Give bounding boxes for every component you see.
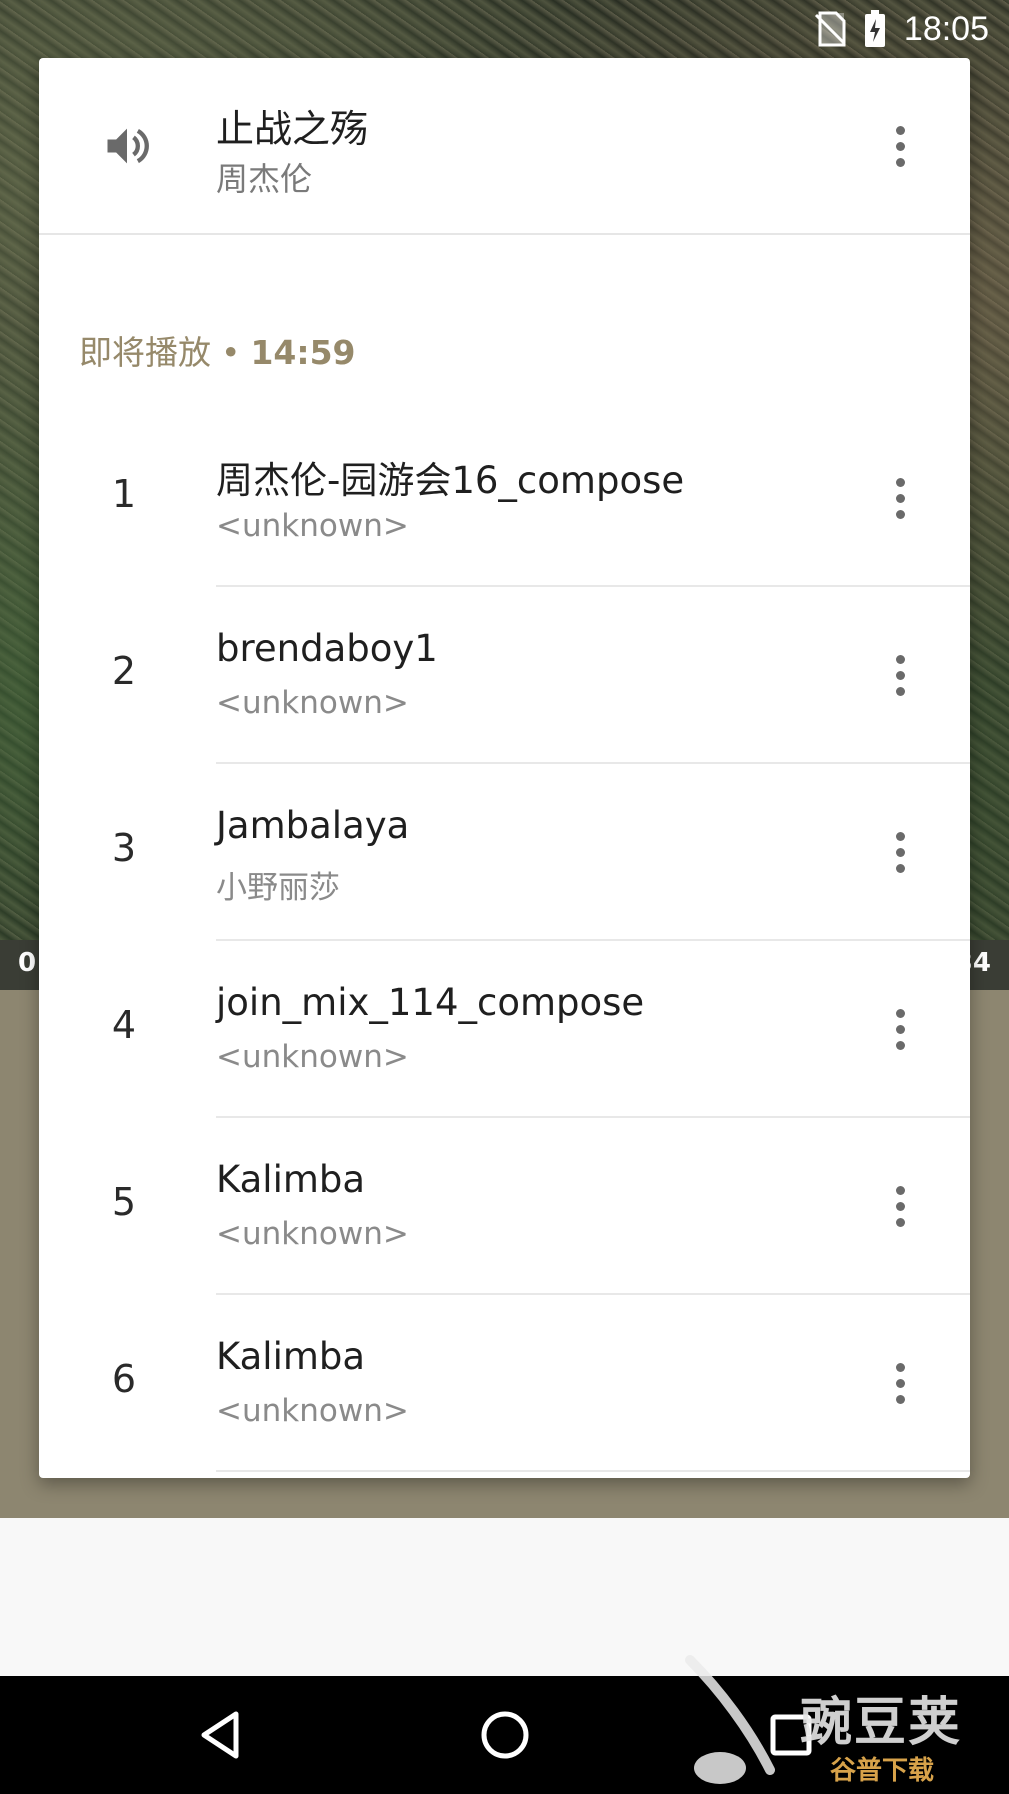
volume-icon: [101, 120, 153, 176]
up-next-separator: •: [221, 333, 241, 372]
status-bar: 18:05: [0, 0, 1009, 58]
queue-item-number: 6: [111, 1357, 137, 1401]
navigation-bar: [0, 1676, 1009, 1794]
battery-charging-icon: [864, 10, 886, 48]
queue-item[interactable]: 1 周杰伦-园游会16_compose <unknown>: [39, 410, 970, 587]
more-vert-icon[interactable]: [880, 999, 920, 1059]
queue-item-artist: 小野丽莎: [216, 870, 340, 906]
queue-item-title: Kalimba: [216, 1335, 366, 1378]
queue-item-number: 5: [111, 1180, 137, 1224]
now-playing-artist: 周杰伦: [216, 160, 313, 198]
queue-item-artist: <unknown>: [216, 1216, 409, 1252]
more-vert-icon[interactable]: [880, 822, 920, 882]
queue-item-artist: <unknown>: [216, 1039, 409, 1075]
more-vert-icon[interactable]: [880, 1353, 920, 1413]
queue-item-number: 3: [111, 826, 137, 870]
up-next-header: 即将播放 • 14:59: [79, 326, 356, 374]
queue-item[interactable]: 6 Kalimba <unknown>: [39, 1295, 970, 1472]
queue-item-number: 1: [111, 472, 137, 516]
home-icon[interactable]: [474, 1704, 536, 1766]
queue-item-title: brendaboy1: [216, 627, 438, 670]
divider: [216, 1470, 970, 1472]
more-vert-icon[interactable]: [880, 1176, 920, 1236]
more-vert-icon[interactable]: [880, 468, 920, 528]
queue-item-number: 2: [111, 649, 137, 693]
status-time: 18:05: [903, 9, 989, 48]
queue-item[interactable]: 4 join_mix_114_compose <unknown>: [39, 941, 970, 1118]
queue-item-title: 周杰伦-园游会16_compose: [216, 459, 685, 502]
more-vert-icon[interactable]: [880, 645, 920, 705]
queue-item[interactable]: 3 Jambalaya 小野丽莎: [39, 764, 970, 941]
queue-item-number: 4: [111, 1003, 137, 1047]
recents-icon[interactable]: [760, 1704, 822, 1766]
now-playing-title: 止战之殇: [216, 107, 369, 151]
queue-list: 1 周杰伦-园游会16_compose <unknown> 2 brendabo…: [39, 410, 970, 1472]
up-next-duration: 14:59: [250, 333, 356, 372]
queue-item-title: Kalimba: [216, 1158, 366, 1201]
no-sim-icon: [812, 11, 846, 47]
queue-dialog: 止战之殇 周杰伦 即将播放 • 14:59 1 周杰伦-园游会16_compose …: [39, 58, 970, 1478]
back-icon[interactable]: [190, 1704, 252, 1766]
queue-item-artist: <unknown>: [216, 508, 409, 544]
queue-item-artist: <unknown>: [216, 1393, 409, 1429]
queue-item[interactable]: 2 brendaboy1 <unknown>: [39, 587, 970, 764]
bottom-panel: [0, 1518, 1009, 1676]
queue-item-title: Jambalaya: [216, 804, 410, 847]
now-playing-row[interactable]: 止战之殇 周杰伦: [39, 58, 970, 235]
queue-item[interactable]: 5 Kalimba <unknown>: [39, 1118, 970, 1295]
queue-item-title: join_mix_114_compose: [216, 981, 645, 1024]
more-vert-icon[interactable]: [880, 116, 920, 176]
queue-item-artist: <unknown>: [216, 685, 409, 721]
up-next-label: 即将播放: [79, 333, 211, 372]
